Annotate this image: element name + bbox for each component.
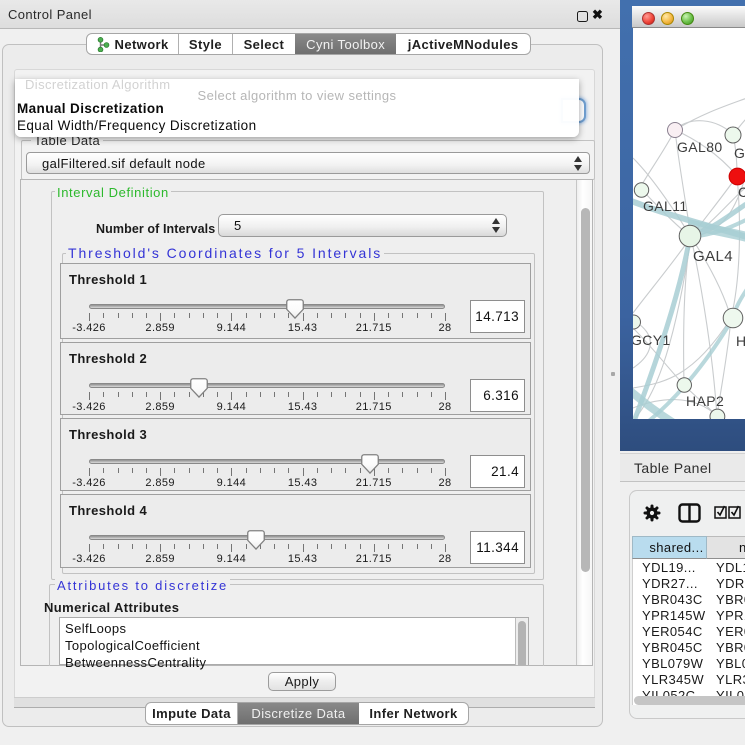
svg-text:GCY1: GCY1 [633,332,671,348]
svg-text:C: C [738,184,745,200]
svg-text:H: H [736,333,745,349]
svg-text:GA: GA [734,145,745,161]
svg-text:GAL11: GAL11 [643,198,688,214]
svg-text:HAP2: HAP2 [686,393,724,409]
svg-text:GAL4: GAL4 [693,248,733,265]
svg-text:GAL80: GAL80 [677,139,723,155]
